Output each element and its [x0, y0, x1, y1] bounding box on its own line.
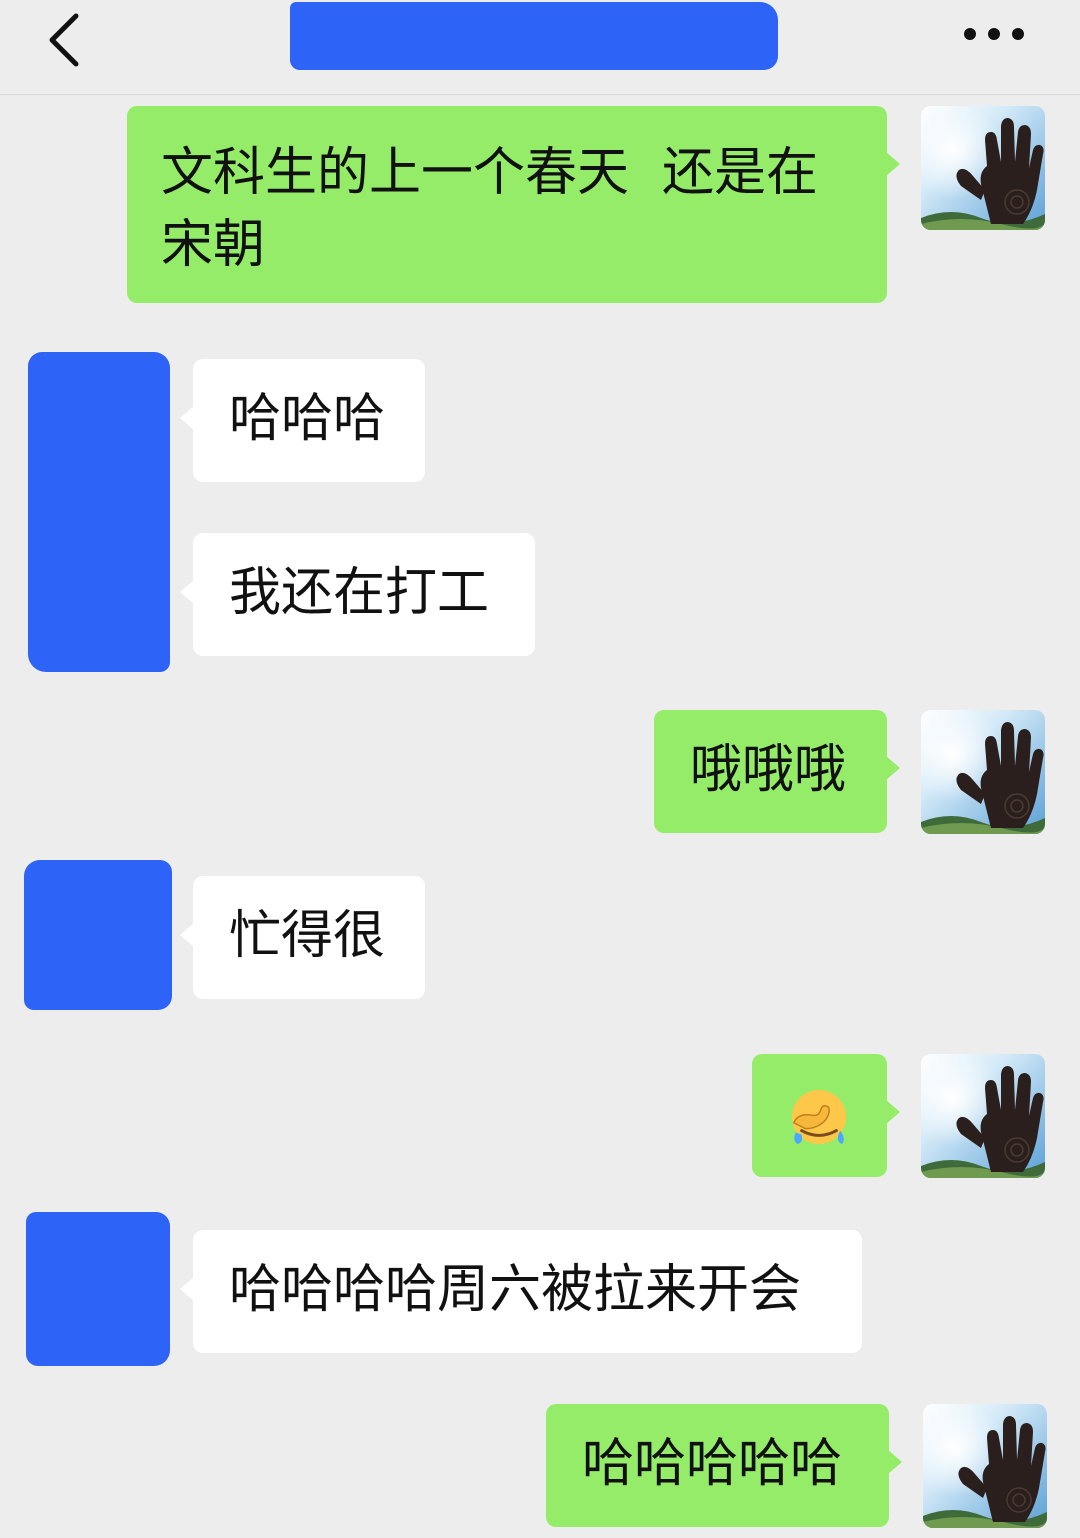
chevron-left-icon[interactable]	[36, 8, 96, 68]
message-text: 文科生的上一个春天 还是在宋朝	[161, 143, 819, 275]
facepalm-cry-emoji	[791, 1089, 847, 1145]
message-bubble-other[interactable]: 忙得很	[193, 876, 425, 999]
message-bubble-self[interactable]	[752, 1054, 887, 1177]
more-horizontal-icon[interactable]	[952, 16, 1034, 52]
avatar-self[interactable]	[921, 1054, 1045, 1178]
message-bubble-other[interactable]: 我还在打工	[193, 533, 535, 656]
avatar-self[interactable]	[921, 710, 1045, 834]
bubble-tail	[886, 1100, 900, 1124]
message-text: 哈哈哈哈哈	[582, 1434, 843, 1494]
avatar-self[interactable]	[921, 106, 1045, 230]
message-text: 哈哈哈哈周六被拉来开会	[229, 1260, 802, 1320]
chat-title-redaction	[290, 2, 778, 70]
bubble-tail	[180, 406, 194, 430]
avatar-other-redaction[interactable]	[26, 1212, 170, 1366]
avatar-other-redaction[interactable]	[24, 860, 172, 1010]
message-bubble-self[interactable]: 哦哦哦	[654, 710, 887, 833]
bubble-tail	[180, 923, 194, 947]
message-text: 哈哈哈	[229, 389, 386, 449]
avatar-other-redaction[interactable]	[28, 352, 170, 672]
avatar-self[interactable]	[923, 1404, 1047, 1528]
bubble-tail	[886, 756, 900, 780]
bubble-tail	[180, 580, 194, 604]
message-bubble-other[interactable]: 哈哈哈哈周六被拉来开会	[193, 1230, 862, 1353]
bubble-tail	[888, 1450, 902, 1474]
bubble-tail	[886, 152, 900, 176]
message-text: 忙得很	[229, 906, 386, 966]
message-text: 哦哦哦	[690, 740, 847, 800]
message-text: 我还在打工	[229, 563, 490, 623]
message-bubble-other[interactable]: 哈哈哈	[193, 359, 425, 482]
message-bubble-self[interactable]: 哈哈哈哈哈	[546, 1404, 889, 1527]
message-bubble-self[interactable]: 文科生的上一个春天 还是在宋朝	[127, 106, 887, 303]
chat-header	[0, 0, 1080, 95]
bubble-tail	[180, 1277, 194, 1301]
